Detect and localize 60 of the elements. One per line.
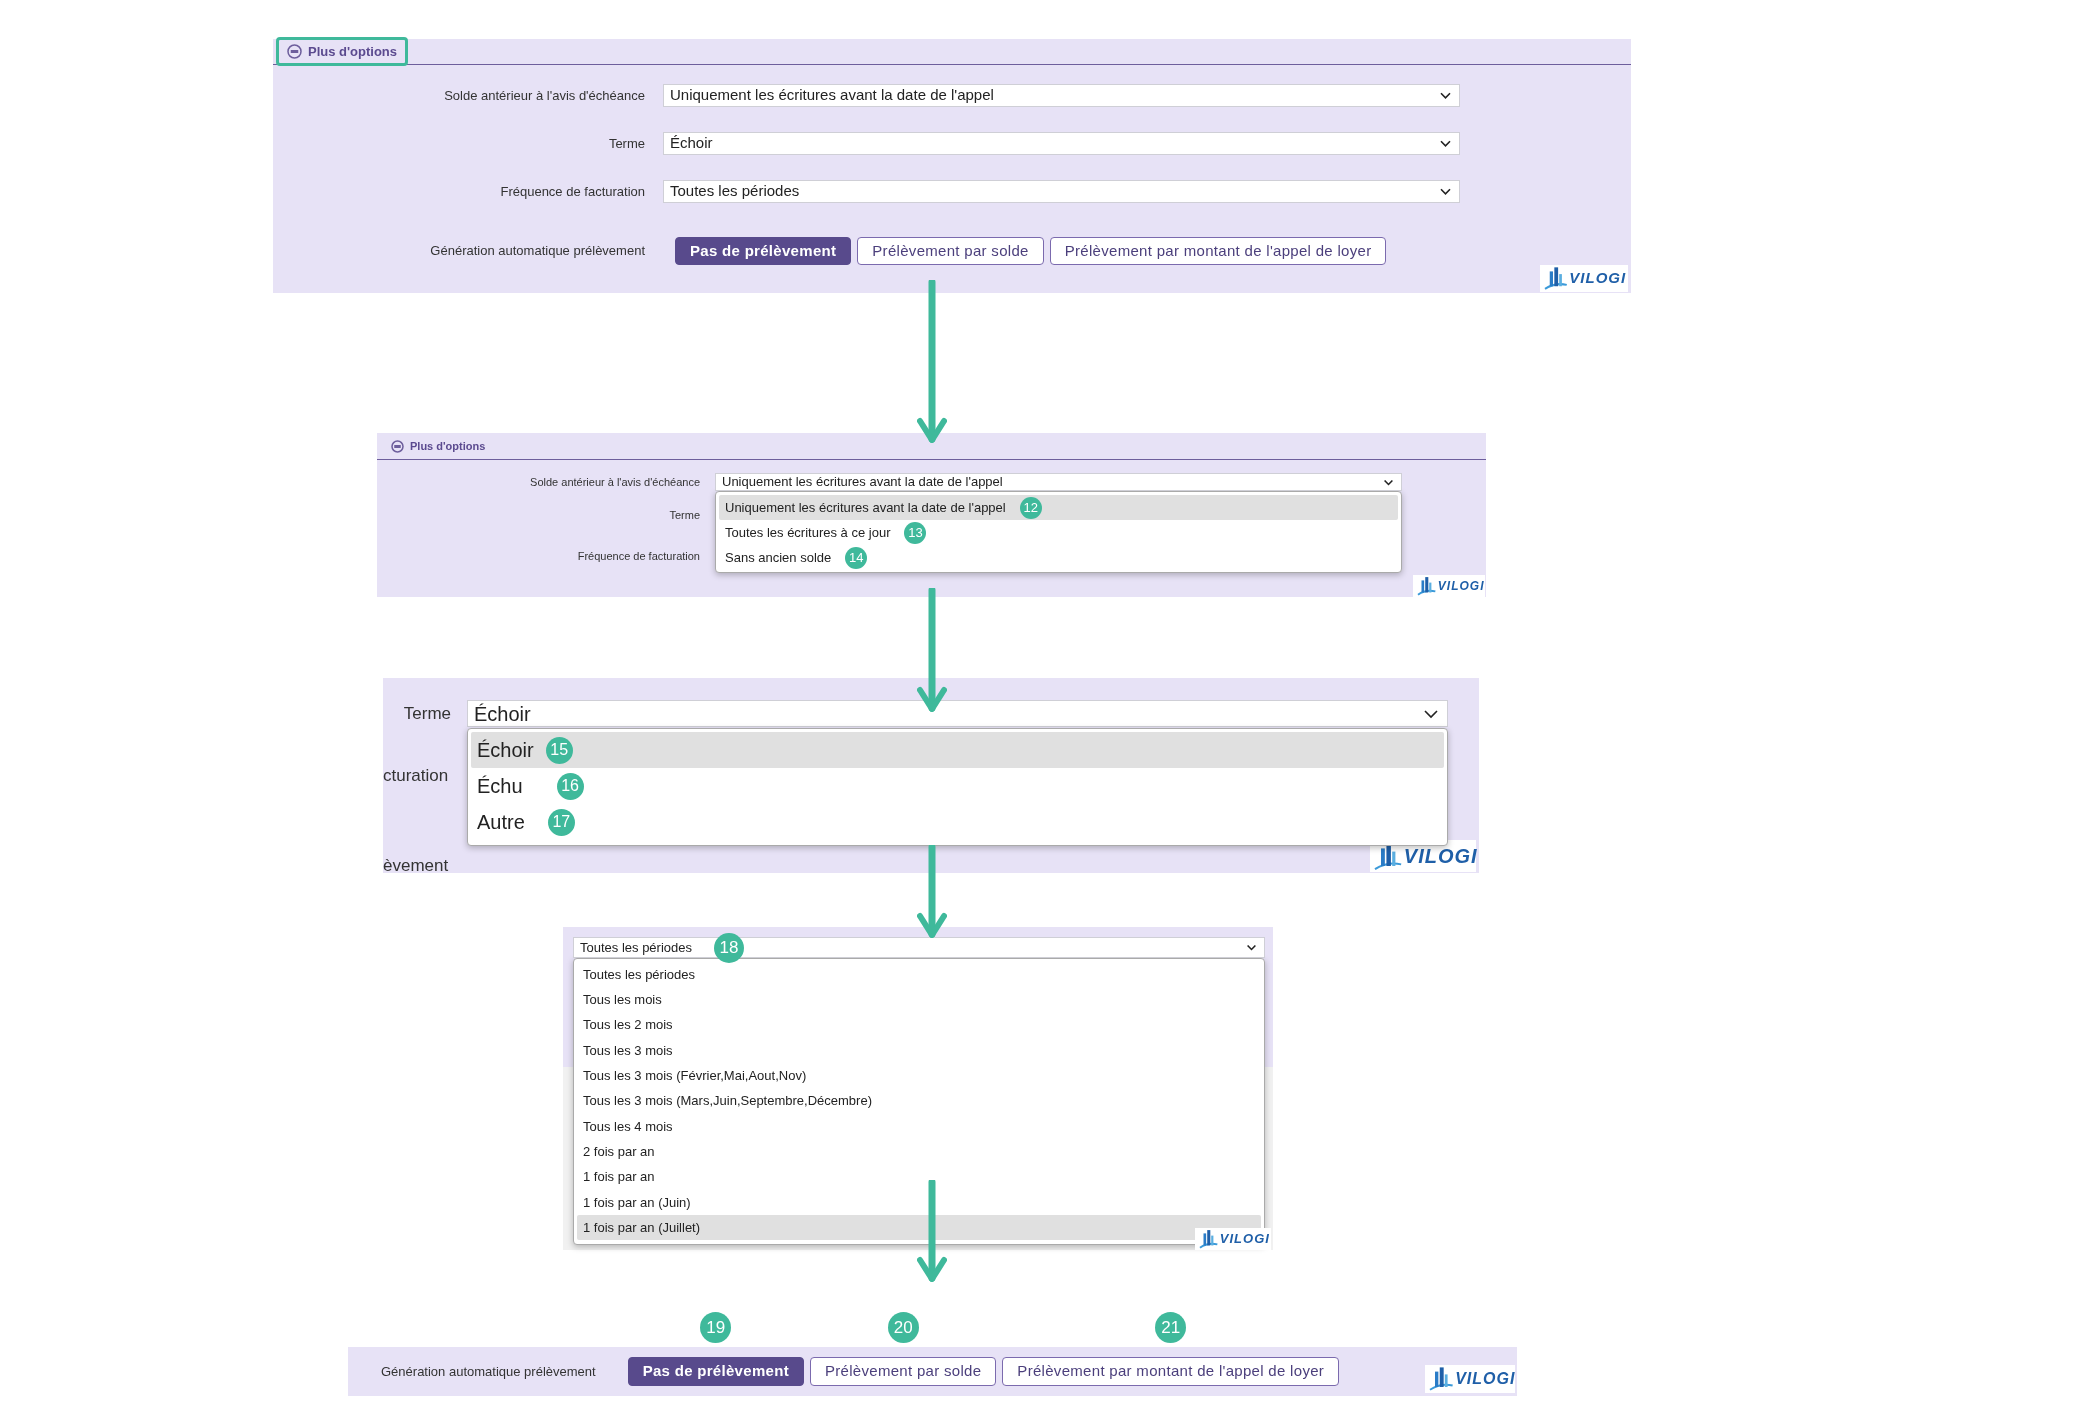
- field-label: Solde antérieur à l'avis d'échéance: [529, 475, 700, 490]
- dropdown-option[interactable]: Autre 17: [471, 804, 1444, 840]
- field-label: Génération automatique prélèvement: [381, 1362, 596, 1381]
- select-field[interactable]: Uniquement les écritures avant la date de l'appel: [715, 473, 1402, 491]
- logo-text: VILOGI: [1403, 844, 1478, 869]
- field-label: Génération automatique prélèvement: [429, 242, 645, 261]
- select-field[interactable]: Uniquement les écritures avant la date de l'appel: [663, 84, 1460, 107]
- dropdown-option[interactable]: Tous les 2 mois: [577, 1012, 1261, 1038]
- section-toggle[interactable]: Plus d'options: [380, 432, 497, 460]
- logo-text: VILOGI: [1569, 268, 1627, 289]
- collapse-icon: [287, 44, 302, 59]
- field-label: Fréquence de facturation: [499, 182, 645, 201]
- building-icon: [1543, 266, 1568, 291]
- select-field[interactable]: Échoir: [663, 132, 1460, 155]
- option-button[interactable]: Pas de prélèvement: [675, 237, 852, 265]
- field-label: Terme: [669, 508, 700, 523]
- dropdown-option[interactable]: Tous les 3 mois: [577, 1037, 1261, 1064]
- field-label: Terme: [402, 703, 451, 725]
- dropdown-option[interactable]: Échoir 15: [471, 732, 1444, 768]
- dropdown-option[interactable]: Uniquement les écritures avant la date de l'appel 12: [719, 495, 1398, 520]
- step-badge: 17: [547, 808, 575, 836]
- building-icon: [1416, 576, 1436, 596]
- dropdown-option[interactable]: 1 fois par an (Juin): [577, 1189, 1261, 1215]
- select-field[interactable]: Toutes les périodes: [663, 180, 1460, 203]
- collapse-icon: [391, 439, 404, 453]
- option-button[interactable]: Prélèvement par montant de l'appel de loyer: [1002, 1357, 1340, 1386]
- step-badge: 15: [545, 736, 573, 764]
- dropdown-option[interactable]: Sans ancien solde 14: [719, 545, 1398, 570]
- step-badge: 16: [556, 772, 584, 800]
- dropdown-option[interactable]: Échu 16: [471, 768, 1444, 804]
- select-field[interactable]: Échoir: [467, 700, 1448, 727]
- field-label: Fréquence de facturation: [577, 548, 700, 564]
- field-label: Terme: [607, 134, 645, 153]
- dropdown-option[interactable]: Toutes les périodes: [577, 962, 1261, 988]
- logo-text: VILOGI: [1455, 1369, 1516, 1389]
- step-badge: 14: [845, 546, 868, 569]
- dropdown-option[interactable]: Tous les 3 mois (Février,Mai,Aout,Nov): [577, 1063, 1261, 1089]
- option-button[interactable]: Prélèvement par montant de l'appel de loyer: [1049, 237, 1387, 265]
- dropdown-option[interactable]: Tous les mois: [577, 987, 1261, 1013]
- dropdown-option[interactable]: Tous les 4 mois: [577, 1113, 1261, 1140]
- option-button[interactable]: Prélèvement par solde: [857, 237, 1044, 265]
- step-badge: 21: [1155, 1312, 1187, 1343]
- section-toggle[interactable]: Plus d'options: [276, 36, 409, 67]
- step-badge: 13: [904, 521, 927, 544]
- building-icon: [1198, 1229, 1218, 1249]
- field-label: Solde antérieur à l'avis d'échéance: [443, 86, 645, 105]
- field-label: èvement: [383, 854, 449, 877]
- step-badge: 18: [714, 933, 744, 963]
- step-badge: 12: [1019, 496, 1042, 519]
- step-badge: 20: [887, 1312, 919, 1343]
- option-button[interactable]: Pas de prélèvement: [627, 1357, 804, 1386]
- logo-text: VILOGI: [1437, 578, 1485, 595]
- dropdown-option[interactable]: Tous les 3 mois (Mars,Juin,Septembre,Décembre): [577, 1088, 1261, 1114]
- building-icon: [1428, 1366, 1454, 1392]
- option-button[interactable]: Prélèvement par solde: [809, 1357, 997, 1386]
- field-label: cturation: [383, 765, 449, 787]
- dropdown-option[interactable]: 2 fois par an: [577, 1139, 1261, 1165]
- dropdown-option[interactable]: 1 fois par an: [577, 1164, 1261, 1190]
- dropdown-option[interactable]: Toutes les écritures à ce jour 13: [719, 520, 1398, 545]
- step-badge: 19: [700, 1312, 732, 1343]
